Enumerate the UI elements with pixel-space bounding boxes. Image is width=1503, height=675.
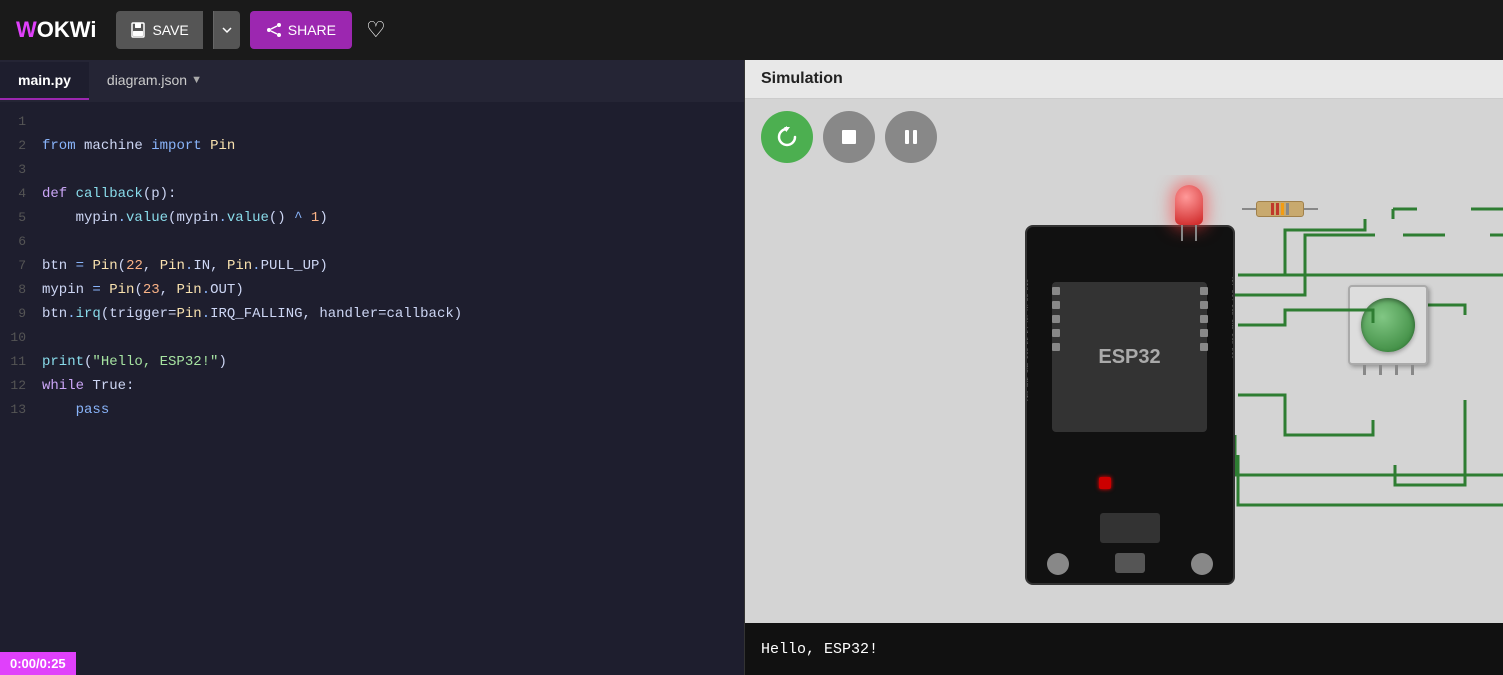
resistor-wire-r (1304, 208, 1318, 210)
code-line-11: 11 print("Hello, ESP32!") (0, 350, 744, 374)
tab-main-py[interactable]: main.py (0, 62, 89, 100)
code-line-5: 5 mypin.value(mypin.value() ^ 1) (0, 206, 744, 230)
code-line-4: 4 def callback(p): (0, 182, 744, 206)
favorite-button[interactable]: ♡ (366, 17, 386, 43)
pause-icon (902, 128, 920, 146)
logo-w: W (16, 17, 37, 42)
simulation-title: Simulation (761, 70, 843, 87)
stop-button[interactable] (823, 111, 875, 163)
button-pin-2 (1379, 365, 1382, 375)
led-legs (1175, 225, 1203, 241)
serial-output: Hello, ESP32! (761, 641, 878, 658)
resistor-wire-l (1242, 208, 1256, 210)
main-content: main.py diagram.json ▼ 1 2 from machine … (0, 60, 1503, 675)
save-label: SAVE (152, 22, 188, 38)
button-pin-1 (1363, 365, 1366, 375)
resistor-stripe-3 (1281, 203, 1284, 214)
resistor-body-wrapper (1242, 201, 1318, 217)
code-line-12: 12 while True: (0, 374, 744, 398)
simulation-controls (745, 99, 1503, 175)
code-line-9: 9 btn.irq(trigger=Pin.IRQ_FALLING, handl… (0, 302, 744, 326)
code-line-10: 10 (0, 326, 744, 350)
chevron-down-icon: ▼ (191, 74, 202, 86)
logo: WOKWi (16, 17, 96, 43)
save-icon (130, 22, 146, 38)
board-button-left (1047, 553, 1069, 575)
chevron-down-icon (222, 25, 232, 35)
resistor-body (1256, 201, 1304, 217)
button-pins (1348, 365, 1428, 375)
right-pin-row (1200, 287, 1208, 351)
share-button[interactable]: SHARE (250, 11, 352, 49)
left-pin-row (1052, 287, 1060, 351)
resistor-stripe-1 (1271, 203, 1274, 214)
circuit-area: ESP32 (745, 175, 1503, 623)
tab-diagram-json[interactable]: diagram.json ▼ (89, 62, 220, 100)
push-button[interactable] (1348, 285, 1428, 375)
code-line-13: 13 pass (0, 398, 744, 422)
board-led (1099, 477, 1111, 489)
share-icon (266, 22, 282, 38)
button-pin-3 (1395, 365, 1398, 375)
led-leg-left (1181, 225, 1183, 241)
usb-connector (1115, 553, 1145, 573)
code-line-1: 1 (0, 110, 744, 134)
serial-console: Hello, ESP32! (745, 623, 1503, 675)
pin-labels-right: 3V3 EN VP VN D34 D35 D32 D33 D25 D26 D27… (1213, 277, 1233, 557)
esp32-board: ESP32 (1025, 225, 1235, 585)
button-housing (1348, 285, 1428, 365)
stop-icon (840, 128, 858, 146)
code-line-7: 7 btn = Pin(22, Pin.IN, Pin.PULL_UP) (0, 254, 744, 278)
restart-button[interactable] (761, 111, 813, 163)
tab-bar: main.py diagram.json ▼ (0, 60, 744, 102)
editor-panel: main.py diagram.json ▼ 1 2 from machine … (0, 60, 745, 675)
board-ic (1100, 513, 1160, 543)
timer-display: 0:00/0:25 (0, 652, 76, 675)
button-pin-4 (1411, 365, 1414, 375)
code-line-3: 3 (0, 158, 744, 182)
resistor-stripe-4 (1286, 203, 1289, 214)
code-editor[interactable]: 1 2 from machine import Pin 3 4 def call… (0, 102, 744, 675)
esp32-chip-label: ESP32 (1098, 346, 1160, 369)
led-body (1175, 185, 1203, 225)
pin-labels-left: VIN GND GND D15 D2 D4 RX TX D5 D18 D19 D… (1027, 277, 1047, 557)
button-cap[interactable] (1361, 298, 1415, 352)
timer-value: 0:00/0:25 (10, 656, 66, 671)
board-button-right (1191, 553, 1213, 575)
restart-icon (776, 126, 798, 148)
led-leg-right (1195, 225, 1197, 241)
external-led (1175, 185, 1203, 241)
save-dropdown-button[interactable] (213, 11, 240, 49)
code-line-6: 6 (0, 230, 744, 254)
header: WOKWi SAVE SHARE ♡ (0, 0, 1503, 60)
share-label: SHARE (288, 22, 336, 38)
simulation-panel: Simulation (745, 60, 1503, 675)
code-line-8: 8 mypin = Pin(23, Pin.OUT) (0, 278, 744, 302)
code-line-2: 2 from machine import Pin (0, 134, 744, 158)
simulation-header: Simulation (745, 60, 1503, 99)
pause-button[interactable] (885, 111, 937, 163)
logo-rest: OKWi (37, 17, 97, 42)
esp32-chip: ESP32 (1052, 282, 1207, 432)
resistor-stripe-2 (1276, 203, 1279, 214)
save-button[interactable]: SAVE (116, 11, 202, 49)
resistor (1242, 201, 1318, 217)
